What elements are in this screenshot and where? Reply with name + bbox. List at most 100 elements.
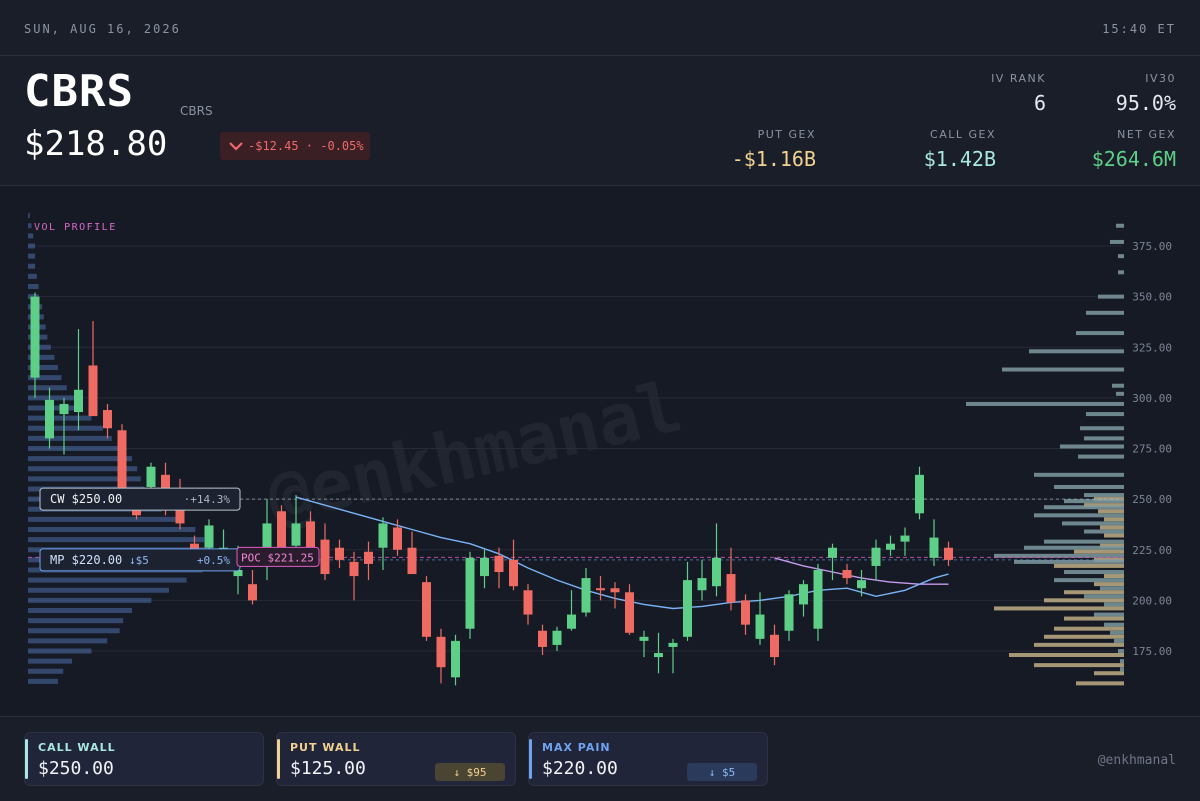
gex-put-bar xyxy=(1104,517,1124,522)
y-tick-label: 175.00 xyxy=(1132,645,1172,658)
candle-body xyxy=(146,466,156,487)
candle-body xyxy=(291,523,301,546)
put-wall-accent xyxy=(277,739,280,779)
y-tick-label: 275.00 xyxy=(1132,443,1172,456)
vol-profile-bar xyxy=(28,446,125,451)
candle-body xyxy=(625,592,634,633)
vol-profile-bar xyxy=(28,608,132,613)
candle-body xyxy=(494,555,504,573)
candle-body xyxy=(828,547,837,558)
candle-body xyxy=(784,594,794,631)
gex-put-bar xyxy=(1064,616,1124,621)
max-pain-tag-label: MP $220.00 xyxy=(50,553,122,567)
gex-call-bar xyxy=(1086,412,1124,417)
call-wall-label: CALL WALL xyxy=(38,741,116,754)
candle-body xyxy=(59,403,69,415)
gex-call-bar xyxy=(1064,570,1124,575)
gex-call-bar xyxy=(1110,239,1124,244)
gex-call-bar xyxy=(1084,493,1124,498)
max-pain-delta: ↓ $5 xyxy=(687,763,757,781)
poc-tag-label: POC $221.25 xyxy=(241,551,314,564)
candle-body xyxy=(335,547,344,560)
y-tick-label: 300.00 xyxy=(1132,392,1172,405)
y-tick-label: 350.00 xyxy=(1132,291,1172,304)
call-wall-value: $250.00 xyxy=(38,758,114,779)
gex-put-bar xyxy=(1054,626,1124,631)
gex-call-bar xyxy=(1098,294,1124,299)
put-wall-card: PUT WALL $125.00 ↓ $95 xyxy=(276,732,516,786)
candle-body xyxy=(813,570,823,629)
gex-put-bar xyxy=(1098,509,1124,514)
vol-profile-bar xyxy=(28,638,108,644)
vol-profile-bar xyxy=(28,385,67,391)
vol-profile-bar xyxy=(28,405,81,411)
gex-call-bar xyxy=(1118,270,1124,275)
vol-profile-bar xyxy=(28,527,196,532)
gex-put-bar xyxy=(1044,598,1124,603)
candle-body xyxy=(364,551,373,564)
vol-profile-bar xyxy=(28,456,132,462)
candle-body xyxy=(393,527,402,550)
iv-rank-value: 6 xyxy=(1033,91,1046,115)
gex-call-bar xyxy=(1054,484,1124,489)
candle-body xyxy=(944,547,953,560)
y-tick-label: 325.00 xyxy=(1132,341,1172,354)
gex-call-bar xyxy=(1029,349,1124,354)
gex-call-bar xyxy=(1118,649,1124,653)
gex-call-bar xyxy=(1086,310,1124,315)
max-pain-value: $220.00 xyxy=(542,758,618,779)
top-bar: SUN, AUG 16, 2026 15:40 ET xyxy=(0,0,1200,56)
candle-body xyxy=(683,580,692,637)
time-label: 15:40 ET xyxy=(1102,22,1176,36)
net-gex-label: NET GEX xyxy=(1117,128,1176,141)
price-change-badge: -$12.45 · -0.05% xyxy=(220,132,370,160)
gex-call-bar xyxy=(1044,539,1124,544)
candle-body xyxy=(567,614,576,629)
net-gex-value: $264.6M xyxy=(1091,147,1176,171)
candle-body xyxy=(30,296,40,378)
gex-call-bar xyxy=(1054,578,1124,583)
put-gex-stat: PUT GEX -$1.16B xyxy=(732,128,816,171)
gex-put-bar xyxy=(994,606,1124,611)
gex-put-bar xyxy=(1034,642,1124,647)
price-chart[interactable]: @enkhmanal 375.00 350.00 325.00 300.00 275.00… xyxy=(0,186,1200,716)
put-gex-value: -$1.16B xyxy=(731,147,816,171)
candle-body xyxy=(596,588,605,591)
max-pain-tag-pct: +0.5% xyxy=(197,554,230,567)
gex-put-bar xyxy=(1094,671,1124,676)
candle-body xyxy=(277,511,286,548)
gex-call-bar xyxy=(1044,505,1124,510)
candle-body xyxy=(349,561,359,577)
gex-put-bar xyxy=(1104,533,1124,538)
vol-profile-bar xyxy=(28,597,152,603)
max-pain-card: MAX PAIN $220.00 ↓ $5 xyxy=(528,732,768,786)
candle-body xyxy=(538,630,547,647)
gex-call-bar xyxy=(1094,612,1124,617)
gex-put-bar xyxy=(1076,681,1124,686)
candle-body xyxy=(668,642,678,647)
watermark-text: @enkhmanal xyxy=(260,365,689,540)
vol-profile-bar xyxy=(28,233,34,239)
vol-profile-bar xyxy=(28,648,92,654)
chevron-down-icon xyxy=(229,142,243,151)
gex-put-bar xyxy=(1044,634,1124,639)
iv30-stat: IV30 95.0% xyxy=(1116,72,1176,115)
ticker-subtitle: CBRS xyxy=(180,104,213,118)
gex-call-bar xyxy=(1104,622,1124,627)
call-gex-value: $1.42B xyxy=(923,147,996,171)
gex-call-bar xyxy=(1116,391,1124,396)
y-tick-label: 225.00 xyxy=(1132,544,1172,557)
vol-profile-bar xyxy=(28,537,205,543)
vol-profile-bar xyxy=(28,618,124,624)
candle-body xyxy=(451,640,460,678)
candle-body xyxy=(581,578,591,613)
gex-put-bar xyxy=(1064,590,1124,595)
gex-call-bar xyxy=(1060,444,1124,449)
vol-profile-bar xyxy=(28,678,58,684)
candle-body xyxy=(407,547,417,575)
candle-body xyxy=(871,547,881,566)
y-tick-label: 250.00 xyxy=(1132,493,1172,506)
gex-put-bar xyxy=(1034,663,1124,668)
gex-call-bar xyxy=(1080,426,1124,431)
iv-rank-label: IV RANK xyxy=(991,72,1046,85)
